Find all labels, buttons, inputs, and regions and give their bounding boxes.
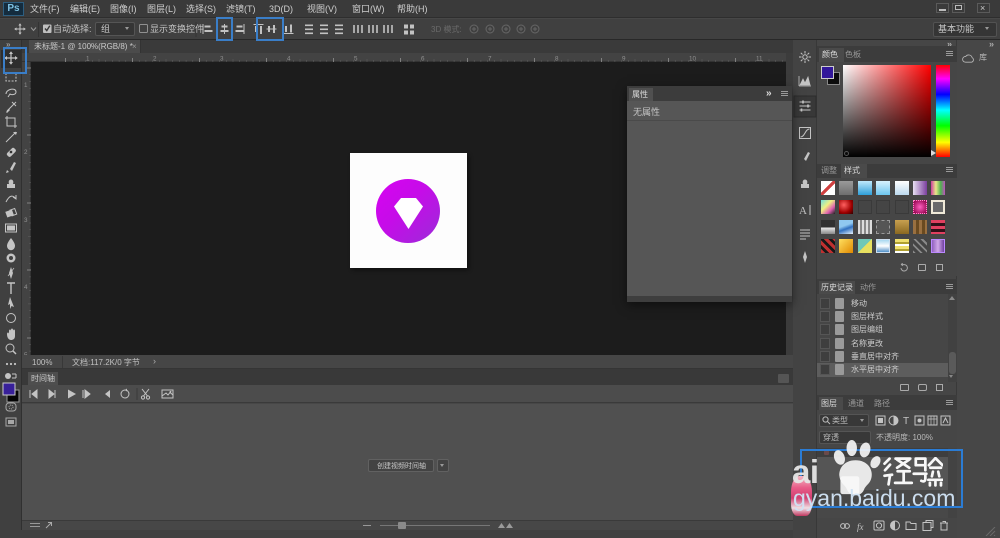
svg-text:A: A: [799, 205, 807, 217]
svg-text:T: T: [903, 416, 909, 427]
svg-text:1: 1: [24, 82, 28, 89]
svg-text:3D 模式:: 3D 模式:: [431, 24, 462, 34]
svg-text:fx: fx: [857, 522, 864, 532]
svg-text:4: 4: [24, 284, 28, 291]
svg-text:2: 2: [24, 149, 28, 156]
svg-text:3: 3: [24, 217, 28, 224]
